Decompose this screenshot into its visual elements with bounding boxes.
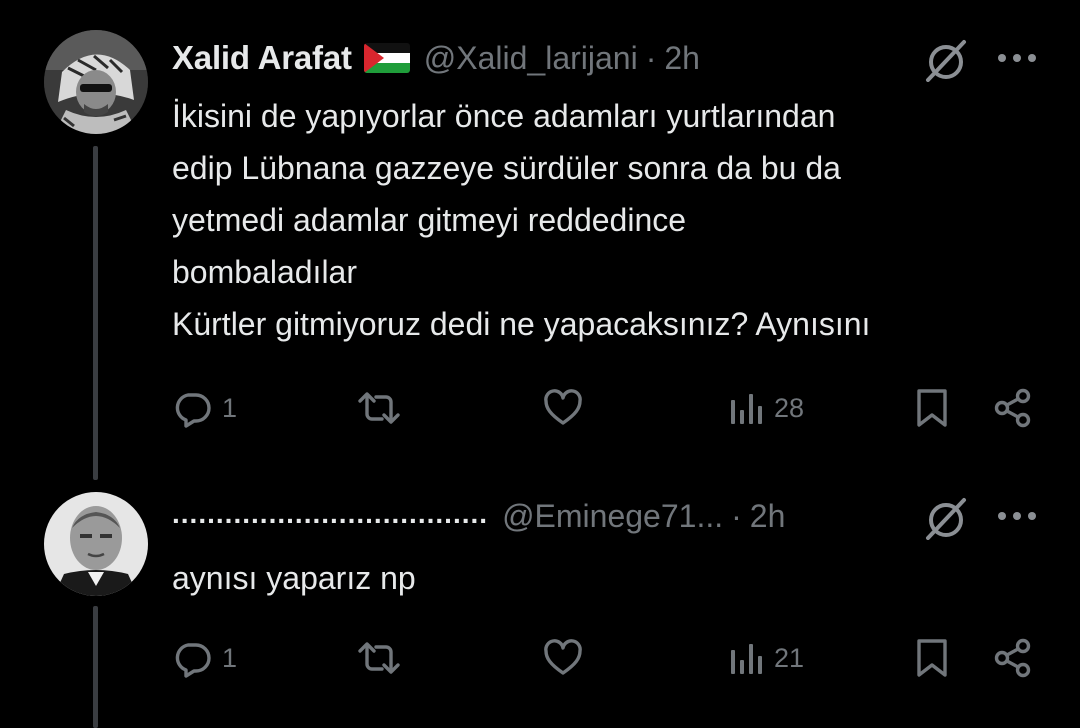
tweet-header: .................................... @Em… [172, 496, 1040, 536]
bookmark-icon [917, 639, 947, 677]
more-options-icon[interactable] [994, 48, 1040, 68]
tweet[interactable]: .................................... @Em… [0, 470, 1080, 728]
retweet-icon [358, 642, 400, 674]
like-button[interactable] [542, 386, 584, 430]
analytics-icon [731, 394, 762, 424]
grok-icon[interactable] [924, 38, 968, 82]
bookmark-button[interactable] [914, 386, 950, 430]
timestamp[interactable]: 2h [664, 40, 700, 77]
reply-count: 1 [222, 642, 238, 673]
share-button[interactable] [992, 386, 1034, 430]
avatar[interactable] [44, 492, 148, 596]
thread-line [93, 146, 98, 480]
tweet-actions: 1 21 [172, 636, 1042, 680]
tweet-actions: 1 28 [172, 386, 1042, 430]
share-button[interactable] [992, 636, 1034, 680]
bookmark-icon [917, 389, 947, 427]
separator-dot: · [731, 497, 742, 534]
tweet[interactable]: Xalid Arafat @Xalid_larijani · 2h İkisin… [0, 0, 1080, 480]
thread-line [93, 606, 98, 728]
views-button[interactable]: 21 [728, 636, 804, 680]
tweet-header: Xalid Arafat @Xalid_larijani · 2h [172, 38, 1040, 78]
share-icon [994, 388, 1031, 428]
user-handle[interactable]: @Eminege71... [502, 498, 723, 535]
palestine-flag-icon [363, 43, 410, 73]
tweet-text: İkisini de yapıyorlar önce adamları yurt… [172, 98, 871, 342]
views-button[interactable]: 28 [728, 386, 804, 430]
analytics-icon [731, 644, 762, 674]
more-options-icon[interactable] [994, 506, 1040, 526]
share-icon [994, 638, 1031, 678]
tweet-text: aynısı yaparız np [172, 560, 416, 596]
views-count: 21 [774, 642, 805, 673]
display-name[interactable]: Xalid Arafat [172, 39, 352, 77]
timestamp[interactable]: 2h [750, 498, 786, 535]
reply-button[interactable]: 1 [172, 386, 237, 430]
reply-count: 1 [222, 392, 238, 423]
retweet-icon [358, 392, 400, 424]
reply-icon [175, 643, 211, 678]
heart-icon [544, 389, 582, 425]
views-count: 28 [774, 392, 805, 423]
separator-dot: · [645, 39, 657, 76]
retweet-button[interactable] [356, 636, 402, 680]
heart-icon [544, 639, 582, 675]
grok-icon[interactable] [924, 496, 968, 540]
user-handle[interactable]: @Xalid_larijani [424, 40, 638, 77]
avatar[interactable] [44, 30, 148, 134]
retweet-button[interactable] [356, 386, 402, 430]
reply-button[interactable]: 1 [172, 636, 237, 680]
display-name[interactable]: .................................... [172, 498, 488, 530]
like-button[interactable] [542, 636, 584, 680]
bookmark-button[interactable] [914, 636, 950, 680]
reply-icon [175, 393, 211, 428]
